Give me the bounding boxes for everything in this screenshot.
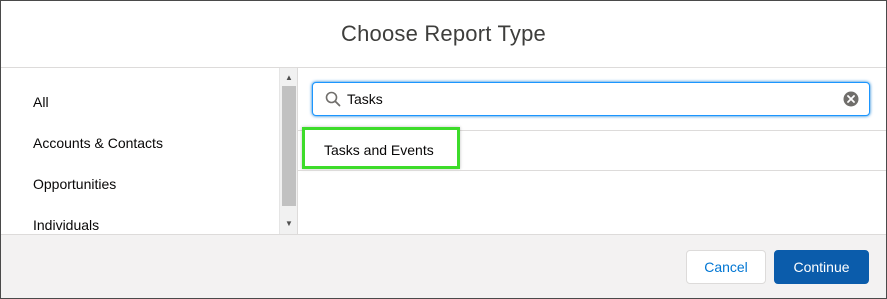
sidebar-item-accounts-contacts[interactable]: Accounts & Contacts — [33, 135, 163, 151]
search-input[interactable] — [347, 87, 827, 111]
category-sidebar: All Accounts & Contacts Opportunities In… — [1, 68, 279, 234]
cancel-button[interactable]: Cancel — [686, 250, 766, 284]
result-item-label: Tasks and Events — [324, 142, 434, 158]
report-type-content: Tasks and Events — [298, 68, 886, 234]
scroll-thumb[interactable] — [282, 86, 296, 206]
choose-report-type-modal: Choose Report Type All Accounts & Contac… — [0, 0, 887, 299]
sidebar-scrollbar[interactable]: ▲ ▼ — [279, 68, 298, 234]
modal-title: Choose Report Type — [341, 21, 546, 46]
scroll-down-arrow-icon[interactable]: ▼ — [280, 216, 298, 232]
result-item-tasks-and-events[interactable]: Tasks and Events — [302, 127, 460, 169]
search-icon — [325, 91, 341, 107]
sidebar-item-all[interactable]: All — [33, 94, 49, 110]
sidebar-item-individuals[interactable]: Individuals — [33, 217, 99, 233]
results-divider-bottom — [298, 170, 886, 171]
sidebar-item-opportunities[interactable]: Opportunities — [33, 176, 116, 192]
modal-footer: Cancel Continue — [1, 234, 886, 298]
clear-icon[interactable] — [843, 91, 859, 107]
search-box[interactable] — [312, 82, 870, 116]
modal-header: Choose Report Type — [1, 1, 886, 68]
scroll-up-arrow-icon[interactable]: ▲ — [280, 70, 298, 86]
continue-button[interactable]: Continue — [774, 250, 869, 284]
